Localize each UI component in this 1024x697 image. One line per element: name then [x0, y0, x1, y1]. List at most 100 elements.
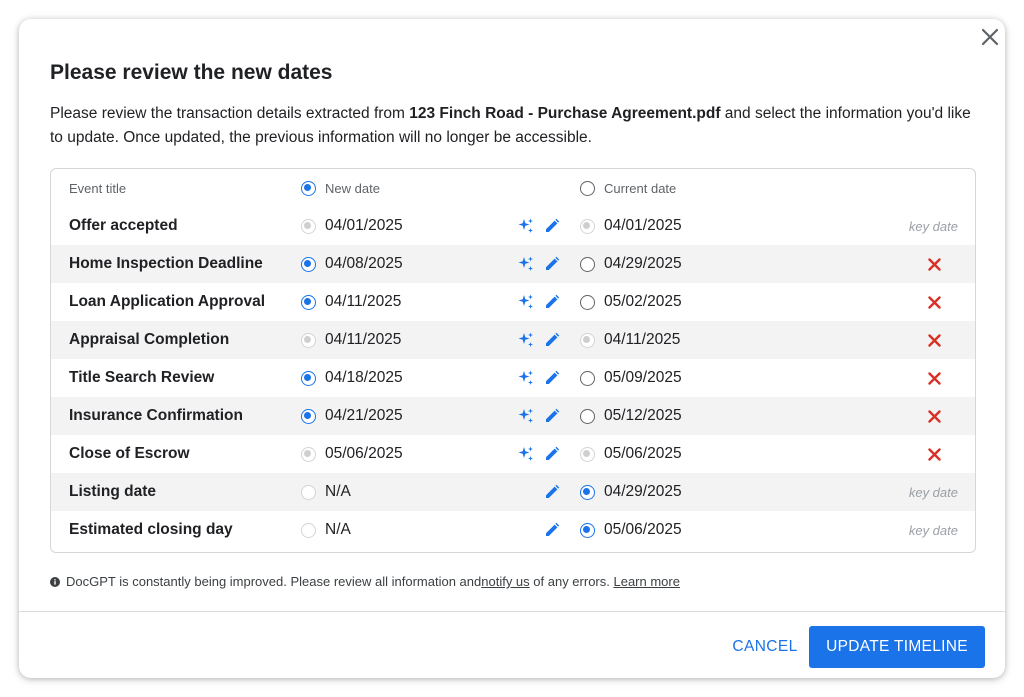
sparkle-icon — [516, 254, 536, 274]
notice-text-mid: of any errors. — [529, 574, 614, 589]
event-title: Insurance Confirmation — [69, 407, 243, 424]
new-date-value: 04/18/2025 — [325, 369, 403, 386]
radio-button — [300, 522, 316, 538]
sparkle-icon — [516, 406, 536, 426]
row-actions — [516, 473, 562, 511]
table-header-row: Event title New date Current date — [51, 169, 975, 207]
pencil-icon[interactable] — [542, 292, 562, 312]
current-date-radio[interactable] — [579, 359, 595, 397]
pencil-icon[interactable] — [542, 216, 562, 236]
new-date-radio[interactable] — [300, 245, 316, 283]
cancel-button[interactable]: CANCEL — [725, 626, 805, 668]
pencil-icon[interactable] — [542, 368, 562, 388]
empty-icon-slot — [516, 520, 536, 540]
notice-text: DocGPT is constantly being improved. Ple… — [66, 574, 482, 589]
key-date-label: key date — [908, 218, 958, 234]
table-row: Offer accepted 04/01/2025 04/01/2025 key da… — [51, 207, 975, 245]
row-end: key date — [851, 473, 958, 511]
sparkle-icon — [516, 330, 536, 350]
new-date-value: 04/01/2025 — [325, 217, 403, 234]
sparkle-icon — [516, 216, 536, 236]
event-title: Close of Escrow — [69, 445, 190, 462]
radio-button[interactable] — [579, 408, 595, 424]
radio-button[interactable] — [579, 370, 595, 386]
current-date-radio[interactable] — [579, 473, 595, 511]
row-actions — [516, 511, 562, 549]
radio-button — [300, 218, 316, 234]
pencil-icon[interactable] — [542, 254, 562, 274]
radio-button[interactable] — [300, 256, 316, 272]
current-date-radio[interactable] — [579, 397, 595, 435]
pencil-icon[interactable] — [542, 330, 562, 350]
current-date-value: 05/02/2025 — [604, 293, 682, 310]
row-actions — [516, 245, 562, 283]
table-row: Home Inspection Deadline 04/08/2025 04/29/… — [51, 245, 975, 283]
radio-button[interactable] — [579, 256, 595, 272]
radio-button[interactable] — [300, 294, 316, 310]
dialog-title: Please review the new dates — [50, 61, 333, 84]
pencil-icon[interactable] — [542, 444, 562, 464]
row-actions — [516, 283, 562, 321]
table-row: Estimated closing day N/A 05/06/2025 key da… — [51, 511, 975, 549]
radio-button[interactable] — [300, 370, 316, 386]
pencil-icon[interactable] — [542, 406, 562, 426]
new-date-select-all-radio[interactable] — [300, 169, 316, 207]
pencil-icon[interactable] — [542, 482, 562, 502]
event-title: Offer accepted — [69, 217, 178, 234]
remove-x-icon[interactable] — [924, 254, 944, 274]
radio-button[interactable] — [579, 484, 595, 500]
remove-x-icon[interactable] — [924, 330, 944, 350]
radio-button[interactable] — [300, 180, 316, 196]
sparkle-icon — [516, 292, 536, 312]
remove-x-icon[interactable] — [924, 444, 944, 464]
sparkle-icon — [516, 444, 536, 464]
radio-button — [300, 446, 316, 462]
radio-button[interactable] — [579, 180, 595, 196]
remove-x-icon[interactable] — [924, 292, 944, 312]
current-date-value: 04/01/2025 — [604, 217, 682, 234]
info-icon — [50, 576, 60, 587]
current-date-select-all-radio[interactable] — [579, 169, 595, 207]
row-end — [851, 321, 958, 359]
new-date-radio[interactable] — [300, 283, 316, 321]
event-title: Title Search Review — [69, 369, 215, 386]
remove-x-icon[interactable] — [924, 406, 944, 426]
event-title: Appraisal Completion — [69, 331, 230, 348]
key-date-label: key date — [908, 522, 958, 538]
radio-button[interactable] — [579, 294, 595, 310]
pencil-icon[interactable] — [542, 520, 562, 540]
update-timeline-button[interactable]: UPDATE TIMELINE — [809, 626, 985, 668]
header-current-date: Current date — [604, 180, 677, 196]
current-date-radio — [579, 207, 595, 245]
new-date-value: 04/11/2025 — [325, 293, 402, 310]
learn-more-link[interactable]: Learn more — [613, 574, 679, 589]
new-date-radio — [300, 435, 316, 473]
event-title: Listing date — [69, 483, 156, 500]
disclaimer-notice: DocGPT is constantly being improved. Ple… — [50, 574, 680, 589]
current-date-radio[interactable] — [579, 283, 595, 321]
event-title: Estimated closing day — [69, 521, 233, 538]
table-row: Appraisal Completion 04/11/2025 04/11/2025 — [51, 321, 975, 359]
close-button[interactable] — [979, 26, 1001, 48]
radio-button[interactable] — [579, 522, 595, 538]
notify-us-link[interactable]: notify us — [481, 574, 529, 589]
table-row: Title Search Review 04/18/2025 05/09/2025 — [51, 359, 975, 397]
new-date-radio[interactable] — [300, 359, 316, 397]
new-date-radio[interactable] — [300, 397, 316, 435]
current-date-radio — [579, 321, 595, 359]
current-date-radio[interactable] — [579, 245, 595, 283]
current-date-value: 04/29/2025 — [604, 483, 682, 500]
footer-divider — [19, 611, 1005, 612]
current-date-radio[interactable] — [579, 511, 595, 549]
current-date-value: 05/09/2025 — [604, 369, 682, 386]
close-icon — [981, 28, 999, 46]
current-date-value: 04/11/2025 — [604, 331, 681, 348]
remove-x-icon[interactable] — [924, 368, 944, 388]
new-date-radio — [300, 321, 316, 359]
event-title: Loan Application Approval — [69, 293, 266, 310]
radio-button[interactable] — [300, 408, 316, 424]
table-row: Loan Application Approval 04/11/2025 05/02… — [51, 283, 975, 321]
row-actions — [516, 321, 562, 359]
header-new-date: New date — [325, 180, 380, 196]
row-end — [851, 359, 958, 397]
